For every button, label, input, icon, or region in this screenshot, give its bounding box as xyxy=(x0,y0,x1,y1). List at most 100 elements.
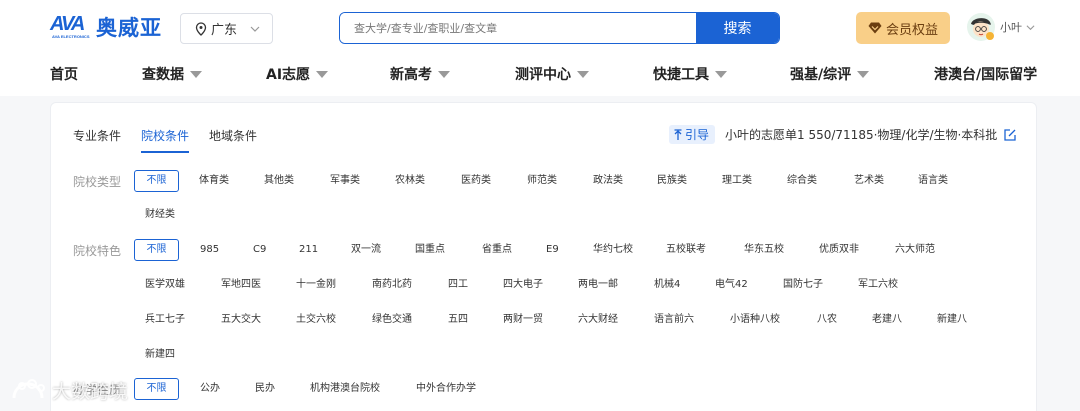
username: 小叶 xyxy=(1000,21,1022,34)
filter-option[interactable]: 八农 xyxy=(817,310,837,330)
filter-option[interactable]: 其他类 xyxy=(264,171,294,191)
guide-arrow-icon xyxy=(674,128,682,140)
filter-option[interactable]: 综合类 xyxy=(787,171,817,191)
filter-option[interactable]: 体育类 xyxy=(199,171,229,191)
guide-button[interactable]: 引导 xyxy=(669,125,716,144)
filter-option[interactable]: 五校联考 xyxy=(666,240,706,260)
filter-panel: 专业条件 院校条件 地域条件 引导 小叶的志愿单1 550/71185·物理/化… xyxy=(50,102,1037,411)
nav-label: AI志愿 xyxy=(266,67,311,83)
filter-option[interactable]: 两电一邮 xyxy=(578,275,618,295)
filter-option[interactable]: 政法类 xyxy=(593,171,623,191)
filter-option[interactable]: 不限 xyxy=(134,378,179,400)
dropdown-triangle-icon xyxy=(438,70,450,78)
filter-option[interactable]: 国重点 xyxy=(415,240,445,260)
filter-option[interactable]: 农林类 xyxy=(395,171,425,191)
brand-logo[interactable]: AVA AVA ELECTRONICS 奥威亚 xyxy=(50,12,162,42)
filter-option[interactable]: 六大师范 xyxy=(895,240,935,260)
dropdown-triangle-icon xyxy=(316,70,329,78)
nav-item-international[interactable]: 港澳台/国际留学 xyxy=(934,64,1037,84)
filter-option[interactable]: 机械4 xyxy=(654,275,680,295)
diamond-icon xyxy=(868,22,882,34)
filter-option[interactable]: 兵工七子 xyxy=(145,310,185,330)
watermark: 大数跨境 xyxy=(10,376,128,404)
filter-option[interactable]: 军地四医 xyxy=(221,275,261,295)
volunteer-list-text: 小叶的志愿单1 550/71185·物理/化学/生物·本科批 xyxy=(725,128,998,142)
nav-item-data[interactable]: 查数据 xyxy=(142,64,202,84)
region-select[interactable]: 广东 xyxy=(180,13,273,44)
filter-option[interactable]: 公办 xyxy=(200,379,220,399)
filter-option[interactable]: 五大交大 xyxy=(221,310,261,330)
filter-option[interactable]: 电气42 xyxy=(715,275,748,295)
filter-option[interactable]: 211 xyxy=(299,240,318,260)
filter-option[interactable]: 优质双非 xyxy=(819,240,859,260)
tab-major-conditions[interactable]: 专业条件 xyxy=(73,127,121,153)
filter-option[interactable]: 语言类 xyxy=(918,171,948,191)
nav-label: 新高考 xyxy=(390,67,432,83)
filter-option[interactable]: 双一流 xyxy=(351,240,381,260)
search-button[interactable]: 搜索 xyxy=(696,13,779,43)
nav-item-assessment[interactable]: 测评中心 xyxy=(515,64,589,84)
filter-option[interactable]: 六大财经 xyxy=(578,310,618,330)
filter-option[interactable]: 五四 xyxy=(448,310,468,330)
user-menu[interactable]: 小叶 xyxy=(966,12,1035,42)
filter-option[interactable]: 语言前六 xyxy=(654,310,694,330)
edit-icon[interactable] xyxy=(1003,128,1017,142)
filter-option[interactable]: 师范类 xyxy=(527,171,557,191)
filter-option[interactable]: 两财一贸 xyxy=(503,310,543,330)
nav-label: 测评中心 xyxy=(515,67,571,83)
filter-label: 院校类型 xyxy=(73,175,122,189)
nav-item-tools[interactable]: 快捷工具 xyxy=(653,64,727,84)
filter-option[interactable]: 四大电子 xyxy=(503,275,543,295)
filter-option[interactable]: 新建八 xyxy=(937,310,967,330)
vip-benefits-button[interactable]: 会员权益 xyxy=(856,12,950,44)
filter-option[interactable]: 十一金刚 xyxy=(296,275,336,295)
filter-option[interactable]: 不限 xyxy=(134,239,179,261)
filter-option[interactable]: 华东五校 xyxy=(744,240,784,260)
nav-label: 查数据 xyxy=(142,67,184,83)
filter-option[interactable]: 土交六校 xyxy=(296,310,336,330)
nav-item-qiangji[interactable]: 强基/综评 xyxy=(790,64,870,84)
filter-option[interactable]: 四工 xyxy=(448,275,468,295)
filter-option[interactable]: 理工类 xyxy=(722,171,752,191)
filter-option[interactable]: 省重点 xyxy=(482,240,512,260)
dropdown-triangle-icon xyxy=(715,70,727,78)
filter-option[interactable]: 国防七子 xyxy=(783,275,823,295)
filter-option[interactable]: 军工六校 xyxy=(858,275,898,295)
filter-option[interactable]: 老建八 xyxy=(872,310,902,330)
condition-tabs: 专业条件 院校条件 地域条件 xyxy=(73,127,277,153)
region-value: 广东 xyxy=(211,23,238,38)
filter-option[interactable]: 不限 xyxy=(134,170,179,192)
filter-option[interactable]: 军事类 xyxy=(330,171,360,191)
watermark-text: 大数跨境 xyxy=(52,380,129,403)
filter-option[interactable]: 南药北药 xyxy=(372,275,412,295)
filter-option[interactable]: 绿色交通 xyxy=(372,310,412,330)
brand-name: 奥威亚 xyxy=(96,16,162,40)
search-input[interactable] xyxy=(340,13,696,43)
tab-school-conditions[interactable]: 院校条件 xyxy=(141,127,190,153)
filter-option[interactable]: 民办 xyxy=(255,379,275,399)
location-pin-icon xyxy=(195,21,207,36)
top-header: AVA AVA ELECTRONICS 奥威亚 广东 搜索 会员权益 小叶 xyxy=(0,0,1080,56)
filter-option[interactable]: 小语种八校 xyxy=(730,310,780,330)
filter-option[interactable]: 医药类 xyxy=(461,171,491,191)
nav-item-gaokao[interactable]: 新高考 xyxy=(390,64,450,84)
filter-option[interactable]: 机构港澳台院校 xyxy=(310,379,380,399)
filter-option[interactable]: E9 xyxy=(546,240,559,260)
filter-option[interactable]: 艺术类 xyxy=(854,171,884,191)
filter-option[interactable]: 医学双雄 xyxy=(145,275,185,295)
filter-option[interactable]: 民族类 xyxy=(657,171,687,191)
filter-option[interactable]: C9 xyxy=(253,240,266,260)
filter-option[interactable]: 中外合作办学 xyxy=(416,379,476,399)
filter-option[interactable]: 财经类 xyxy=(145,205,175,225)
nav-item-home[interactable]: 首页 xyxy=(50,64,78,84)
dropdown-triangle-icon xyxy=(190,70,202,78)
filter-option[interactable]: 华约七校 xyxy=(593,240,633,260)
main-nav: 首页 查数据 AI志愿 新高考 测评中心 快捷工具 强基/综评 港澳台/国际留学 xyxy=(0,56,1080,96)
nav-item-ai[interactable]: AI志愿 xyxy=(266,64,329,84)
tab-region-conditions[interactable]: 地域条件 xyxy=(209,127,257,153)
vip-label: 会员权益 xyxy=(885,22,938,38)
volunteer-list-info: 引导 小叶的志愿单1 550/71185·物理/化学/生物·本科批 xyxy=(669,125,1017,144)
logo-subtext: AVA ELECTRONICS xyxy=(52,34,90,39)
filter-option[interactable]: 985 xyxy=(200,240,219,260)
filter-option[interactable]: 新建四 xyxy=(145,345,175,365)
